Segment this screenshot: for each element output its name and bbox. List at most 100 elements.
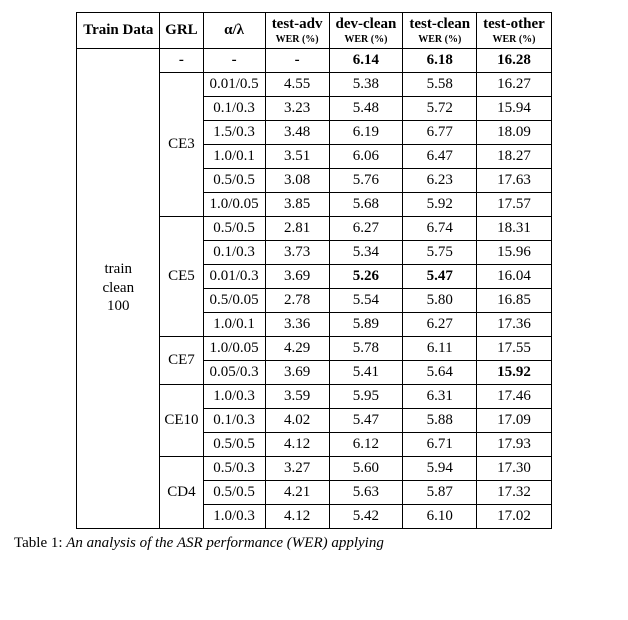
- table-caption: Table 1: An analysis of the ASR performa…: [14, 535, 614, 552]
- test-clean-cell: 6.10: [403, 504, 477, 528]
- alpha-cell: 0.1/0.3: [203, 240, 265, 264]
- test-adv-cell: -: [265, 48, 329, 72]
- col-grl: GRL: [160, 13, 203, 49]
- dev-clean-cell: 5.60: [329, 456, 403, 480]
- test-adv-cell: 4.29: [265, 336, 329, 360]
- train-data-cell: trainclean100: [77, 48, 160, 528]
- test-adv-cell: 4.55: [265, 72, 329, 96]
- dev-clean-cell: 5.26: [329, 264, 403, 288]
- dev-clean-cell: 5.34: [329, 240, 403, 264]
- test-other-cell: 17.36: [477, 312, 552, 336]
- dev-clean-cell: 5.68: [329, 192, 403, 216]
- alpha-cell: 0.1/0.3: [203, 96, 265, 120]
- alpha-cell: 0.5/0.5: [203, 216, 265, 240]
- test-adv-cell: 4.12: [265, 504, 329, 528]
- test-other-cell: 15.92: [477, 360, 552, 384]
- alpha-cell: 0.5/0.5: [203, 168, 265, 192]
- test-other-cell: 17.32: [477, 480, 552, 504]
- col-dev-clean: dev-clean WER (%): [329, 13, 403, 49]
- dev-clean-cell: 5.89: [329, 312, 403, 336]
- test-clean-cell: 5.75: [403, 240, 477, 264]
- test-adv-cell: 4.12: [265, 432, 329, 456]
- test-other-cell: 17.93: [477, 432, 552, 456]
- test-other-cell: 16.85: [477, 288, 552, 312]
- test-adv-cell: 3.69: [265, 360, 329, 384]
- dev-clean-cell: 5.95: [329, 384, 403, 408]
- test-adv-cell: 2.78: [265, 288, 329, 312]
- test-adv-cell: 3.85: [265, 192, 329, 216]
- col-alpha-lambda: α/λ: [203, 13, 265, 49]
- test-clean-cell: 5.87: [403, 480, 477, 504]
- alpha-cell: 0.01/0.3: [203, 264, 265, 288]
- alpha-cell: 1.0/0.1: [203, 144, 265, 168]
- table-header-row: Train Data GRL α/λ test-adv WER (%) dev-…: [77, 13, 552, 49]
- dev-clean-cell: 6.27: [329, 216, 403, 240]
- test-other-cell: 17.30: [477, 456, 552, 480]
- dev-clean-cell: 5.76: [329, 168, 403, 192]
- test-clean-cell: 5.58: [403, 72, 477, 96]
- test-other-cell: 17.46: [477, 384, 552, 408]
- test-other-cell: 17.55: [477, 336, 552, 360]
- test-adv-cell: 3.59: [265, 384, 329, 408]
- test-other-cell: 18.31: [477, 216, 552, 240]
- test-other-cell: 16.28: [477, 48, 552, 72]
- test-adv-cell: 3.36: [265, 312, 329, 336]
- dev-clean-cell: 5.38: [329, 72, 403, 96]
- test-adv-cell: 3.48: [265, 120, 329, 144]
- test-adv-cell: 3.08: [265, 168, 329, 192]
- test-adv-cell: 4.21: [265, 480, 329, 504]
- grl-cell: -: [160, 48, 203, 72]
- alpha-cell: 0.5/0.5: [203, 480, 265, 504]
- test-clean-cell: 5.47: [403, 264, 477, 288]
- alpha-cell: -: [203, 48, 265, 72]
- test-other-cell: 18.09: [477, 120, 552, 144]
- test-other-cell: 17.09: [477, 408, 552, 432]
- test-clean-cell: 5.72: [403, 96, 477, 120]
- grl-cell: CE3: [160, 72, 203, 216]
- grl-cell: CD4: [160, 456, 203, 528]
- test-other-cell: 17.63: [477, 168, 552, 192]
- grl-cell: CE7: [160, 336, 203, 384]
- alpha-cell: 1.0/0.3: [203, 384, 265, 408]
- dev-clean-cell: 5.47: [329, 408, 403, 432]
- test-clean-cell: 5.64: [403, 360, 477, 384]
- caption-label: Table 1:: [14, 535, 63, 551]
- test-adv-cell: 3.51: [265, 144, 329, 168]
- test-clean-cell: 5.92: [403, 192, 477, 216]
- alpha-cell: 1.0/0.3: [203, 504, 265, 528]
- alpha-cell: 1.0/0.05: [203, 336, 265, 360]
- grl-cell: CE10: [160, 384, 203, 456]
- dev-clean-cell: 6.12: [329, 432, 403, 456]
- test-clean-cell: 5.94: [403, 456, 477, 480]
- caption-text: An analysis of the ASR performance (WER)…: [66, 535, 384, 551]
- test-other-cell: 16.04: [477, 264, 552, 288]
- alpha-cell: 1.0/0.1: [203, 312, 265, 336]
- test-other-cell: 15.94: [477, 96, 552, 120]
- test-clean-cell: 5.88: [403, 408, 477, 432]
- col-train-data: Train Data: [77, 13, 160, 49]
- test-clean-cell: 6.47: [403, 144, 477, 168]
- alpha-cell: 0.05/0.3: [203, 360, 265, 384]
- test-other-cell: 15.96: [477, 240, 552, 264]
- dev-clean-cell: 6.06: [329, 144, 403, 168]
- test-other-cell: 17.57: [477, 192, 552, 216]
- dev-clean-cell: 6.14: [329, 48, 403, 72]
- test-adv-cell: 3.73: [265, 240, 329, 264]
- dev-clean-cell: 5.63: [329, 480, 403, 504]
- test-clean-cell: 5.80: [403, 288, 477, 312]
- alpha-cell: 0.5/0.5: [203, 432, 265, 456]
- dev-clean-cell: 5.41: [329, 360, 403, 384]
- alpha-cell: 0.5/0.3: [203, 456, 265, 480]
- test-clean-cell: 6.27: [403, 312, 477, 336]
- col-test-adv: test-adv WER (%): [265, 13, 329, 49]
- alpha-cell: 1.5/0.3: [203, 120, 265, 144]
- results-table: Train Data GRL α/λ test-adv WER (%) dev-…: [76, 12, 552, 529]
- test-adv-cell: 2.81: [265, 216, 329, 240]
- alpha-cell: 0.5/0.05: [203, 288, 265, 312]
- alpha-cell: 0.01/0.5: [203, 72, 265, 96]
- dev-clean-cell: 5.48: [329, 96, 403, 120]
- dev-clean-cell: 5.78: [329, 336, 403, 360]
- test-adv-cell: 3.69: [265, 264, 329, 288]
- test-clean-cell: 6.31: [403, 384, 477, 408]
- dev-clean-cell: 6.19: [329, 120, 403, 144]
